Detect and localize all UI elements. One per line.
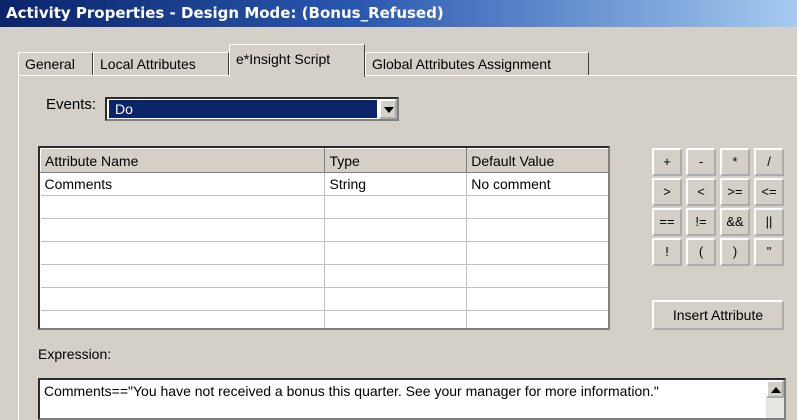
operator-not-button[interactable]: ! xyxy=(652,238,682,266)
operator-equal-button[interactable]: == xyxy=(652,208,682,236)
operator-multiply-button[interactable]: * xyxy=(720,148,750,176)
events-label: Events: xyxy=(46,96,97,113)
cell-default-value[interactable] xyxy=(466,264,608,288)
operator-close-paren-button[interactable]: ) xyxy=(720,238,750,266)
cell-default-value[interactable] xyxy=(466,287,608,311)
cell-type[interactable] xyxy=(324,310,468,328)
tab-global-attributes-assignment[interactable]: Global Attributes Assignment xyxy=(365,52,589,76)
operator-less-equal-button[interactable]: <= xyxy=(754,178,784,206)
cell-default-value[interactable]: No comment xyxy=(466,172,608,196)
cell-attribute-name[interactable] xyxy=(40,287,326,311)
grid-header-row: Attribute Name Type Default Value xyxy=(40,148,608,173)
table-row[interactable]: Comments String No comment xyxy=(40,172,608,196)
window-title: Activity Properties - Design Mode: (Bonu… xyxy=(6,4,444,22)
expression-label: Expression: xyxy=(38,346,112,362)
cell-attribute-name[interactable] xyxy=(40,195,326,219)
attribute-grid[interactable]: Attribute Name Type Default Value Commen… xyxy=(38,146,610,330)
table-row[interactable] xyxy=(40,195,608,219)
operator-plus-button[interactable]: + xyxy=(652,148,682,176)
cell-type[interactable] xyxy=(324,195,468,219)
tab-general[interactable]: General xyxy=(18,52,93,76)
chevron-down-icon[interactable] xyxy=(379,99,397,119)
operator-less-button[interactable]: < xyxy=(686,178,716,206)
table-row[interactable] xyxy=(40,310,608,328)
cell-type[interactable] xyxy=(324,218,468,242)
cell-attribute-name[interactable] xyxy=(40,264,326,288)
operator-and-button[interactable]: && xyxy=(720,208,750,236)
cell-attribute-name[interactable]: Comments xyxy=(40,172,326,196)
operator-divide-button[interactable]: / xyxy=(754,148,784,176)
cell-default-value[interactable] xyxy=(466,218,608,242)
column-header-default-value[interactable]: Default Value xyxy=(466,148,608,173)
table-row[interactable] xyxy=(40,264,608,288)
cell-type[interactable] xyxy=(324,264,468,288)
insert-attribute-button[interactable]: Insert Attribute xyxy=(652,300,784,330)
operator-quote-button[interactable]: " xyxy=(754,238,784,266)
operator-greater-button[interactable]: > xyxy=(652,178,682,206)
cell-default-value[interactable] xyxy=(466,310,608,328)
window-title-bar: Activity Properties - Design Mode: (Bonu… xyxy=(0,0,797,27)
operator-minus-button[interactable]: - xyxy=(686,148,716,176)
expression-input[interactable]: Comments=="You have not received a bonus… xyxy=(38,378,786,420)
operator-greater-equal-button[interactable]: >= xyxy=(720,178,750,206)
operator-or-button[interactable]: || xyxy=(754,208,784,236)
cell-attribute-name[interactable] xyxy=(40,218,326,242)
operator-open-paren-button[interactable]: ( xyxy=(686,238,716,266)
scroll-up-icon[interactable] xyxy=(766,380,784,398)
column-header-attribute-name[interactable]: Attribute Name xyxy=(40,148,326,173)
operator-not-equal-button[interactable]: != xyxy=(686,208,716,236)
table-row[interactable] xyxy=(40,287,608,311)
cell-type[interactable] xyxy=(324,241,468,265)
cell-attribute-name[interactable] xyxy=(40,241,326,265)
table-row[interactable] xyxy=(40,241,608,265)
events-selected-value: Do xyxy=(109,100,377,118)
tab-einsight-script[interactable]: e*Insight Script xyxy=(229,44,365,77)
cell-type[interactable]: String xyxy=(324,172,468,196)
cell-default-value[interactable] xyxy=(466,195,608,219)
table-row[interactable] xyxy=(40,218,608,242)
cell-type[interactable] xyxy=(324,287,468,311)
cell-default-value[interactable] xyxy=(466,241,608,265)
expression-scrollbar[interactable] xyxy=(766,380,784,418)
events-dropdown[interactable]: Do xyxy=(105,97,399,121)
expression-text: Comments=="You have not received a bonus… xyxy=(44,383,659,399)
cell-attribute-name[interactable] xyxy=(40,310,326,328)
column-header-type[interactable]: Type xyxy=(324,148,468,173)
tab-local-attributes[interactable]: Local Attributes xyxy=(93,52,229,76)
